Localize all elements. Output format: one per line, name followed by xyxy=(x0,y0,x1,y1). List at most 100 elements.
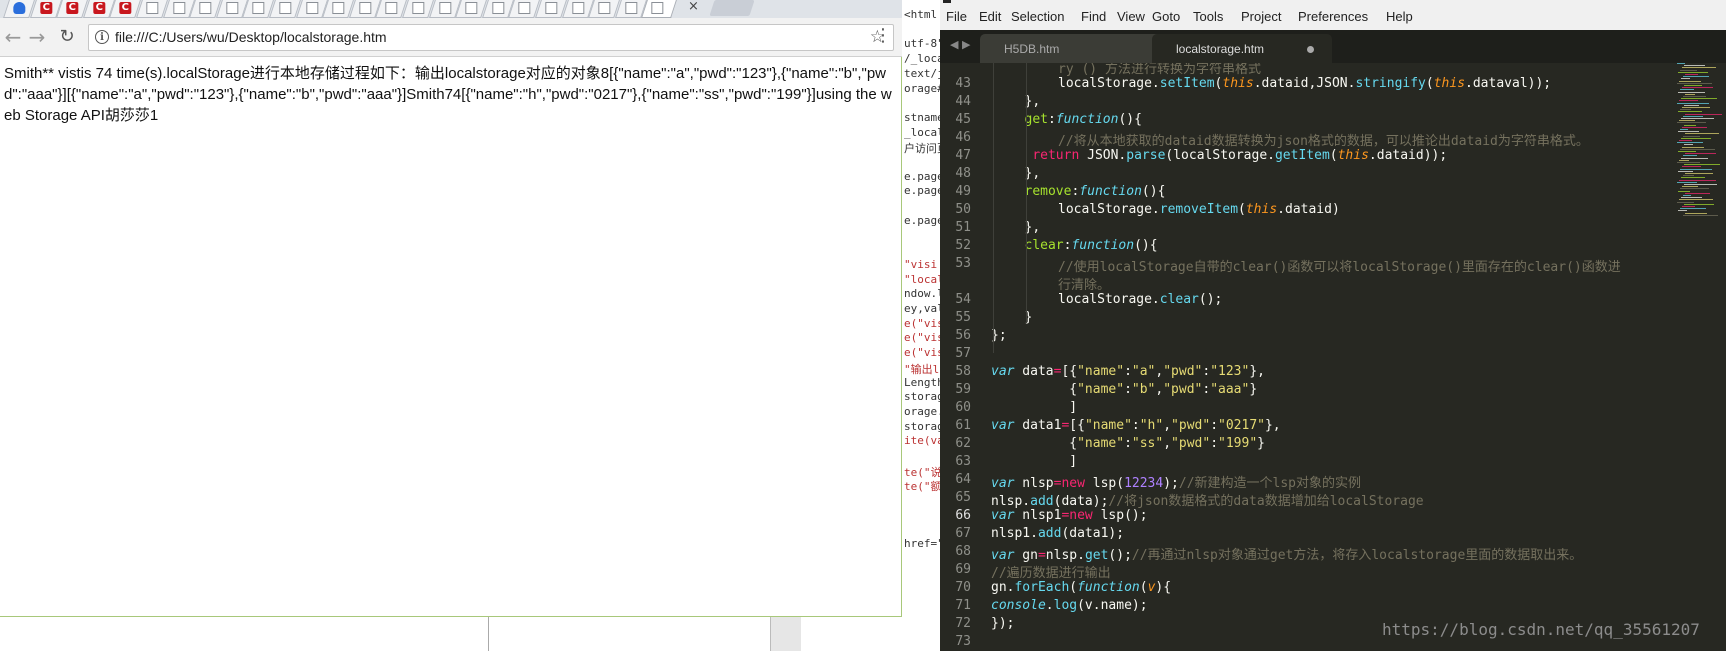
code-line[interactable]: 行清除。 xyxy=(1058,274,1110,293)
code-token: var xyxy=(991,548,1015,563)
close-tab-icon[interactable]: × xyxy=(688,0,699,14)
csdn-icon: C xyxy=(119,2,132,14)
code-line[interactable]: //使用localStorage自带的clear()函数可以将localStor… xyxy=(1058,256,1621,275)
url-text[interactable]: file:///C:/Users/wu/Desktop/localstorage… xyxy=(115,29,387,45)
background-code-line: href=" xyxy=(904,537,940,551)
code-line[interactable]: {"name":"ss","pwd":"199"} xyxy=(991,436,1265,451)
unsaved-dot-icon[interactable] xyxy=(1307,46,1314,53)
browser-menu-icon[interactable]: ⋮ xyxy=(874,26,892,46)
minimap-line xyxy=(1685,173,1713,174)
minimap-line xyxy=(1685,113,1722,115)
minimap-line xyxy=(1682,166,1701,168)
code-token: var xyxy=(991,476,1015,491)
menu-goto[interactable]: Goto xyxy=(1152,9,1180,24)
minimap-line xyxy=(1685,192,1710,194)
code-token: .dataid,JSON. xyxy=(1253,76,1356,91)
menu-view[interactable]: View xyxy=(1117,9,1145,24)
line-number: 67 xyxy=(955,526,971,541)
code-token: this xyxy=(1222,76,1254,91)
menu-project[interactable]: Project xyxy=(1241,9,1281,24)
menu-file[interactable]: File xyxy=(946,9,967,24)
tab-nav-arrows-icon[interactable]: ◀ ▶ xyxy=(950,38,970,51)
background-code-line: "visi xyxy=(904,257,938,271)
watermark: https://blog.csdn.net/qq_35561207 xyxy=(1382,620,1700,639)
minimap-line xyxy=(1677,142,1703,144)
editor-tab-h5db[interactable]: H5DB.htm × xyxy=(980,34,1180,63)
minimap-line xyxy=(1680,69,1697,71)
background-code-line: e("vis xyxy=(904,331,940,345)
line-number: 73 xyxy=(955,634,971,649)
page-icon xyxy=(492,2,505,14)
editor-tab-localstorage[interactable]: localstorage.htm xyxy=(1152,34,1332,63)
minimap-line xyxy=(1685,74,1698,75)
code-line[interactable]: get:function(){ xyxy=(1025,112,1142,127)
reload-button[interactable]: ↻ xyxy=(56,26,78,48)
menu-selection[interactable]: Selection xyxy=(1011,9,1064,24)
code-token: clear xyxy=(1159,292,1199,307)
code-token: ] xyxy=(1069,454,1078,469)
back-button[interactable]: ← xyxy=(2,26,24,48)
code-line[interactable]: clear:function(){ xyxy=(1025,238,1158,253)
code-token: clear xyxy=(1024,238,1064,253)
code-token: this xyxy=(1433,76,1466,91)
code-line[interactable]: }); xyxy=(991,616,1014,631)
code-line[interactable]: localStorage.clear(); xyxy=(1058,292,1222,307)
minimap-line xyxy=(1683,96,1706,97)
code-token: localStorage. xyxy=(1058,292,1160,307)
menu-tools[interactable]: Tools xyxy=(1193,9,1223,24)
code-token: setItem xyxy=(1159,76,1215,91)
code-line[interactable]: var nlsp=new lsp(12234);//新建构造一个lsp对象的实例 xyxy=(991,472,1361,491)
minimap[interactable] xyxy=(1677,63,1725,223)
line-number: 47 xyxy=(955,148,971,163)
page-icon xyxy=(438,2,451,14)
minimap-line xyxy=(1679,120,1695,122)
baidu-paw-icon xyxy=(13,2,26,14)
minimap-line xyxy=(1683,195,1691,196)
info-icon[interactable]: i xyxy=(95,30,109,44)
code-line[interactable]: nlsp1.add(data1); xyxy=(991,526,1124,541)
code-line[interactable]: //遍历数据进行输出 xyxy=(991,562,1111,581)
background-code-strip: <html utf-8"/_localtext/jaorage# stname_lo… xyxy=(902,0,940,651)
menu-edit[interactable]: Edit xyxy=(979,9,1001,24)
browser-tab[interactable] xyxy=(641,0,678,18)
code-line[interactable]: remove:function(){ xyxy=(1025,184,1166,199)
background-code-line: "输出l xyxy=(904,362,940,376)
code-token: (); xyxy=(1108,548,1132,563)
code-line[interactable]: ry () 方法进行转换为字符串格式 xyxy=(1058,63,1261,77)
code-line[interactable]: var gn=nlsp.get();//再通过nlsp对象通过get方法，将存入… xyxy=(991,544,1582,563)
code-line[interactable]: var data=[{"name":"a","pwd":"123"}, xyxy=(991,364,1265,379)
code-token: localStorage. xyxy=(1058,76,1160,91)
forward-button[interactable]: → xyxy=(26,26,48,48)
code-token: data xyxy=(1014,364,1054,379)
menu-find[interactable]: Find xyxy=(1081,9,1106,24)
code-area[interactable]: ry () 方法进行转换为字符串格式 43 localStorage.setItem… xyxy=(940,63,1726,651)
code-token: { xyxy=(1069,382,1078,397)
code-line[interactable]: ] xyxy=(991,400,1077,415)
code-line[interactable]: localStorage.setItem(this.dataid,JSON.st… xyxy=(1058,76,1551,91)
address-bar[interactable]: i file:///C:/Users/wu/Desktop/localstora… xyxy=(88,24,894,51)
code-line[interactable]: gn.forEach(function(v){ xyxy=(991,580,1171,595)
code-token: gn. xyxy=(991,580,1015,595)
menu-preferences[interactable]: Preferences xyxy=(1298,9,1368,24)
code-line[interactable]: //将从本地获取的dataid数据转换为json格式的数据，可以推论出datai… xyxy=(1058,130,1589,149)
code-line[interactable]: console.log(v.name); xyxy=(991,598,1148,613)
browser-window: C C C C × ← → ↻ i file:///C:/Users/wu/Deskt… xyxy=(0,0,902,617)
minimap-line xyxy=(1677,63,1685,64)
menu-help[interactable]: Help xyxy=(1386,9,1413,24)
code-token: (); xyxy=(1198,292,1223,307)
code-line[interactable]: {"name":"b","pwd":"aaa"} xyxy=(991,382,1257,397)
new-tab-button[interactable] xyxy=(709,0,755,16)
line-number: 59 xyxy=(955,382,971,397)
code-line[interactable]: ] xyxy=(991,454,1077,469)
code-line[interactable]: nlsp.add(data);//将json数据格式的data数据增加给loca… xyxy=(991,490,1424,509)
code-line[interactable]: localStorage.removeItem(this.dataid) xyxy=(1058,202,1340,217)
code-token: : xyxy=(1210,418,1219,433)
minimap-line xyxy=(1682,126,1707,128)
code-token: return xyxy=(1032,148,1080,163)
minimap-line xyxy=(1679,179,1716,181)
code-line[interactable]: var nlsp1=new lsp(); xyxy=(991,508,1148,523)
code-token: : xyxy=(1124,436,1132,451)
code-line[interactable]: return JSON.parse(localStorage.getItem(t… xyxy=(1025,148,1447,163)
code-token: function xyxy=(1071,238,1135,253)
code-line[interactable]: var data1=[{"name":"h","pwd":"0217"}, xyxy=(991,418,1281,433)
